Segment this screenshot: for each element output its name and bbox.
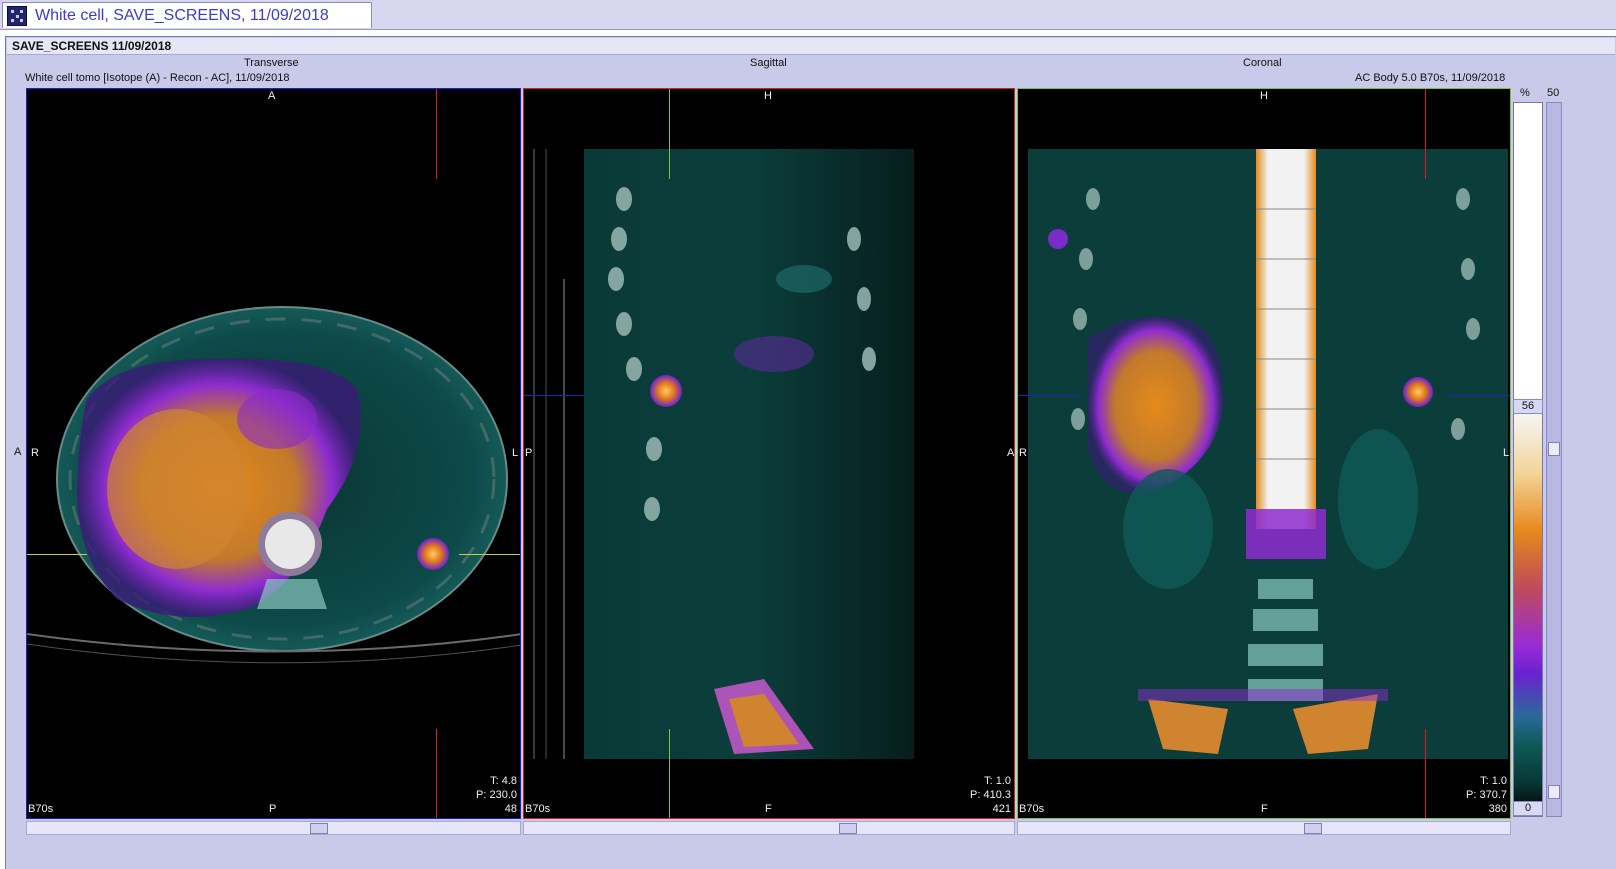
transverse-image [27, 306, 520, 664]
view-title-transverse: Transverse [244, 57, 299, 69]
sagittal-scroll-thumb[interactable] [839, 823, 857, 834]
window-level-slider[interactable] [1546, 102, 1562, 817]
transverse-outer-orientation: A [14, 446, 22, 458]
crosshair-coronal-left[interactable] [27, 554, 87, 555]
study-header: SAVE_SCREENS 11/09/2018 [7, 38, 1615, 55]
study-title: SAVE_SCREENS 11/09/2018 [12, 39, 172, 53]
series-info-right: AC Body 5.0 B70s, 11/09/2018 [1355, 72, 1506, 84]
study-frame: SAVE_SCREENS 11/09/2018 Transverse Sagit… [5, 36, 1616, 869]
sagittal-scrollbar[interactable] [523, 821, 1015, 835]
thickness-label: T: 1.0 [984, 775, 1011, 787]
crosshair-sagittal-top[interactable] [436, 89, 437, 179]
crosshair-sagittal-top[interactable] [1425, 89, 1426, 179]
window-tab[interactable]: White cell, SAVE_SCREENS, 11/09/2018 [2, 2, 372, 28]
orient-bottom: P [269, 803, 277, 815]
kernel-label: B70s [525, 803, 551, 815]
coronal-scrollbar[interactable] [1017, 821, 1511, 835]
color-scale-bar [1513, 102, 1543, 817]
crosshair-coronal-right[interactable] [459, 554, 520, 555]
crosshair-transverse-right[interactable] [1448, 395, 1510, 396]
orient-right: L [512, 447, 519, 459]
view-title-coronal: Coronal [1243, 57, 1282, 69]
crosshair-sagittal-bottom[interactable] [436, 729, 437, 818]
window-lower-handle[interactable] [1548, 785, 1560, 799]
slice-number: 48 [504, 803, 517, 815]
orient-right: L [1503, 447, 1510, 459]
orient-top: H [764, 90, 772, 102]
sagittal-viewport[interactable]: H F P A B70s T: 1.0 P: 410.3 421 [523, 88, 1015, 819]
orient-left: R [1019, 447, 1027, 459]
orient-top: A [268, 90, 276, 102]
window-upper-handle[interactable] [1548, 442, 1560, 456]
kernel-label: B70s [28, 803, 54, 815]
sagittal-image [524, 89, 1014, 759]
kernel-label: B70s [1019, 803, 1045, 815]
scale-min-marker[interactable]: 0 [1513, 801, 1543, 816]
orient-left: R [31, 447, 39, 459]
orient-right: A [1007, 447, 1015, 459]
series-info-left: White cell tomo [Isotope (A) - Recon - A… [25, 72, 290, 84]
crosshair-transverse-left[interactable] [524, 395, 584, 396]
crosshair-coronal-bottom[interactable] [669, 729, 670, 818]
orient-bottom: F [1261, 803, 1268, 815]
crosshair-transverse-left[interactable] [1018, 395, 1078, 396]
transverse-scroll-thumb[interactable] [310, 823, 328, 834]
transverse-scrollbar[interactable] [26, 821, 521, 835]
percent-label: % [1520, 87, 1530, 99]
position-label: P: 230.0 [476, 789, 517, 801]
crosshair-coronal-top[interactable] [669, 89, 670, 179]
position-label: P: 410.3 [970, 789, 1011, 801]
scale-max-label: 50 [1547, 87, 1560, 99]
crosshair-sagittal-bottom[interactable] [1425, 729, 1426, 818]
slice-number: 421 [992, 803, 1011, 815]
orient-top: H [1260, 90, 1268, 102]
coronal-scroll-thumb[interactable] [1304, 823, 1322, 834]
view-title-sagittal: Sagittal [750, 57, 787, 69]
coronal-image [1018, 89, 1510, 759]
transverse-viewport[interactable]: A P R L B70s T: 4.8 P: 230.0 48 [26, 88, 521, 819]
position-label: P: 370.7 [1466, 789, 1507, 801]
thickness-label: T: 1.0 [1480, 775, 1507, 787]
scale-level-marker[interactable]: 56 [1513, 399, 1543, 414]
window-title-bar: White cell, SAVE_SCREENS, 11/09/2018 [0, 0, 1616, 30]
slice-number: 380 [1488, 803, 1507, 815]
window-title: White cell, SAVE_SCREENS, 11/09/2018 [35, 7, 329, 24]
coronal-viewport[interactable]: H F R L B70s T: 1.0 P: 370.7 380 [1017, 88, 1511, 819]
orient-left: P [525, 447, 533, 459]
thickness-label: T: 4.8 [490, 775, 517, 787]
app-logo-icon [7, 6, 27, 26]
orient-bottom: F [765, 803, 772, 815]
